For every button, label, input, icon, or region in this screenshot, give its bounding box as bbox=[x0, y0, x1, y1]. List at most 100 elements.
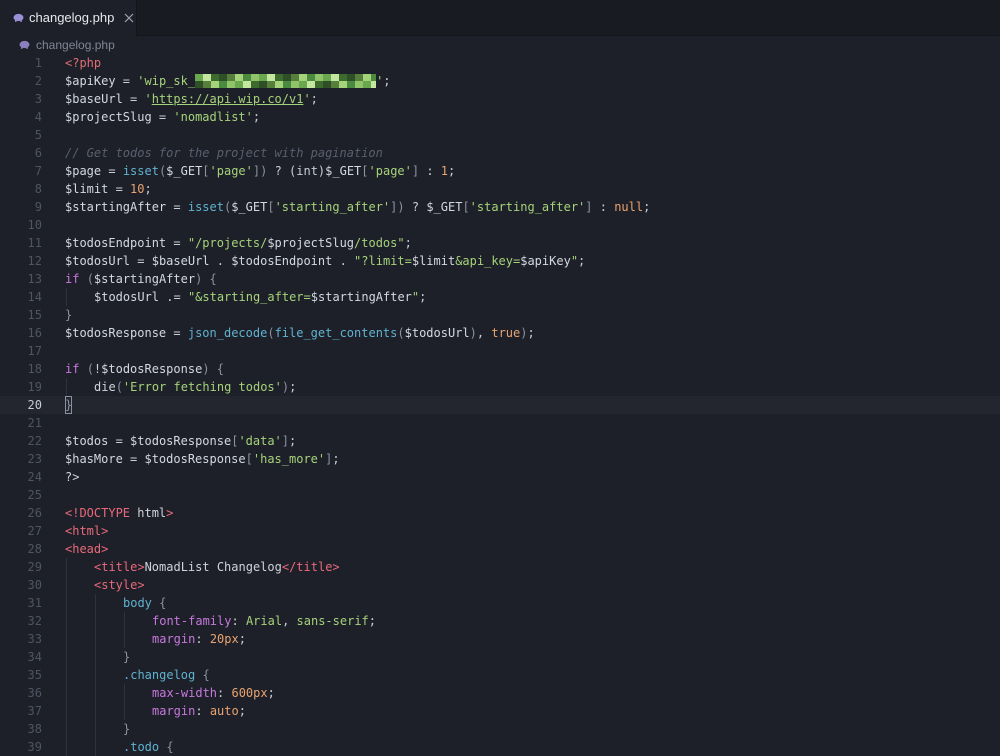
code-line[interactable]: 36 max-width: 600px; bbox=[0, 684, 1000, 702]
code-token: $startingAfter bbox=[65, 200, 167, 214]
code-line[interactable]: 28 <head> bbox=[0, 540, 1000, 558]
code-line[interactable]: 3 $baseUrl = 'https://api.wip.co/v1'; bbox=[0, 90, 1000, 108]
code-token: file_get_contents bbox=[274, 326, 398, 340]
code-line[interactable]: 38} bbox=[0, 720, 1000, 738]
line-number: 31 bbox=[27, 596, 42, 610]
code-token: = bbox=[166, 200, 188, 214]
code-token: "&starting_after= bbox=[187, 290, 311, 304]
code-token: isset bbox=[187, 200, 224, 214]
code-token: $todosEndpoint bbox=[65, 236, 167, 250]
code-token: ) bbox=[469, 326, 477, 340]
code-line[interactable]: 39 .todo { bbox=[0, 738, 1000, 756]
code-token: "/projects/ bbox=[187, 236, 268, 250]
indent-guide bbox=[66, 666, 67, 684]
close-icon[interactable] bbox=[124, 13, 134, 23]
code-line[interactable]: 34} bbox=[0, 648, 1000, 666]
code-token: 'page' bbox=[209, 164, 253, 178]
code-token: $page bbox=[65, 164, 102, 178]
code-token: $baseUrl bbox=[65, 92, 123, 106]
line-number: 7 bbox=[34, 164, 42, 178]
code-line[interactable]: 2 $apiKey = 'wip_sk_ '; bbox=[0, 72, 1000, 90]
indent-guide bbox=[95, 594, 96, 612]
code-line[interactable]: 31 body { bbox=[0, 594, 1000, 612]
code-line[interactable]: 27 <html> bbox=[0, 522, 1000, 540]
indent-guide bbox=[124, 702, 125, 720]
code-line[interactable]: 11 $todosEndpoint = "/projects/$projectSl… bbox=[0, 234, 1000, 252]
code-line[interactable]: 10 bbox=[0, 216, 1000, 234]
code-token: 'starting_after' bbox=[469, 200, 586, 214]
code-line[interactable]: 14 $todosUrl .= "&starting_after=$startin… bbox=[0, 288, 1000, 306]
code-line[interactable]: 26 <!DOCTYPE html> bbox=[0, 504, 1000, 522]
code-line[interactable]: 33 margin: 20px; bbox=[0, 630, 1000, 648]
breadcrumb-file[interactable]: changelog.php bbox=[36, 38, 115, 52]
code-line[interactable]: 37 margin: auto; bbox=[0, 702, 1000, 720]
code-token: > bbox=[166, 506, 174, 520]
code-token: } bbox=[65, 308, 73, 322]
code-line[interactable]: 7 $page = isset($_GET['page']) ? (int)$_G… bbox=[0, 162, 1000, 180]
code-line[interactable]: 24 ?> bbox=[0, 468, 1000, 486]
code-text: $projectSlug = 'nomadlist'; bbox=[65, 108, 260, 126]
code-token: { bbox=[166, 740, 174, 754]
code-line[interactable]: 19 die('Error fetching todos'); bbox=[0, 378, 1000, 396]
code-text: die('Error fetching todos'); bbox=[94, 378, 296, 396]
code-text: } bbox=[65, 306, 72, 324]
code-token: { bbox=[202, 668, 210, 682]
line-number: 19 bbox=[27, 380, 42, 394]
tab-label: changelog.php bbox=[29, 10, 115, 25]
code-line[interactable]: 6 // Get todos for the project with pagin… bbox=[0, 144, 1000, 162]
line-number: 29 bbox=[27, 560, 42, 574]
code-line[interactable]: 23 $hasMore = $todosResponse['has_more']; bbox=[0, 450, 1000, 468]
code-editor[interactable]: 1 <?php 2 $apiKey = 'wip_sk_ '; 3 $baseUrl = '… bbox=[0, 53, 1000, 756]
code-line[interactable]: 29 <title>NomadList Changelog</title> bbox=[0, 558, 1000, 576]
code-line[interactable]: 17 bbox=[0, 342, 1000, 360]
code-token: ? (int) bbox=[267, 164, 326, 178]
code-token: $apiKey bbox=[65, 74, 116, 88]
code-token: ] bbox=[585, 200, 593, 214]
code-line[interactable]: 16 $todosResponse = json_decode(file_get_… bbox=[0, 324, 1000, 342]
code-token: 20px bbox=[209, 632, 239, 646]
code-text: margin: auto; bbox=[152, 702, 246, 720]
code-line[interactable]: 1 <?php bbox=[0, 54, 1000, 72]
code-text: $limit = 10; bbox=[65, 180, 152, 198]
code-token: ; bbox=[383, 74, 391, 88]
code-text: max-width: 600px; bbox=[152, 684, 275, 702]
code-token: ] bbox=[281, 434, 290, 448]
code-line[interactable]: 20} bbox=[0, 396, 1000, 414]
code-line[interactable]: 8 $limit = 10; bbox=[0, 180, 1000, 198]
code-token: $startingAfter bbox=[310, 290, 412, 304]
tab-changelog-php[interactable]: changelog.php bbox=[0, 0, 137, 36]
code-line[interactable]: 12 $todosUrl = $baseUrl . $todosEndpoint … bbox=[0, 252, 1000, 270]
code-line[interactable]: 5 bbox=[0, 126, 1000, 144]
code-line[interactable]: 13 if ($startingAfter) { bbox=[0, 270, 1000, 288]
code-token: $projectSlug bbox=[267, 236, 355, 250]
code-token: ; bbox=[144, 182, 152, 196]
code-line[interactable]: 9 $startingAfter = isset($_GET['starting_… bbox=[0, 198, 1000, 216]
code-token: $todosResponse bbox=[130, 434, 232, 448]
code-text: <!DOCTYPE html> bbox=[65, 504, 173, 522]
line-number: 21 bbox=[27, 416, 42, 430]
code-line[interactable]: 18 if (!$todosResponse) { bbox=[0, 360, 1000, 378]
code-line[interactable]: 15} bbox=[0, 306, 1000, 324]
line-number: 17 bbox=[27, 344, 42, 358]
line-number: 35 bbox=[27, 668, 42, 682]
tab-bar: changelog.php bbox=[0, 0, 1000, 36]
indent-guide bbox=[95, 630, 96, 648]
code-text: ?> bbox=[65, 468, 79, 486]
code-token: &api_key= bbox=[455, 254, 521, 268]
code-line[interactable]: 22 $todos = $todosResponse['data']; bbox=[0, 432, 1000, 450]
code-line[interactable]: 30 <style> bbox=[0, 576, 1000, 594]
code-line[interactable]: 21 bbox=[0, 414, 1000, 432]
code-line[interactable]: 4 $projectSlug = 'nomadlist'; bbox=[0, 108, 1000, 126]
code-line[interactable]: 35 .changelog { bbox=[0, 666, 1000, 684]
code-line[interactable]: 25 bbox=[0, 486, 1000, 504]
code-token: $limit bbox=[411, 254, 456, 268]
code-line[interactable]: 32 font-family: Arial, sans-serif; bbox=[0, 612, 1000, 630]
code-token: 'Error fetching todos' bbox=[122, 380, 282, 394]
indent-guide bbox=[66, 738, 67, 756]
code-token: if bbox=[65, 272, 80, 286]
code-text: $todosEndpoint = "/projects/$projectSlug… bbox=[65, 234, 412, 252]
code-token: [ bbox=[202, 164, 210, 178]
